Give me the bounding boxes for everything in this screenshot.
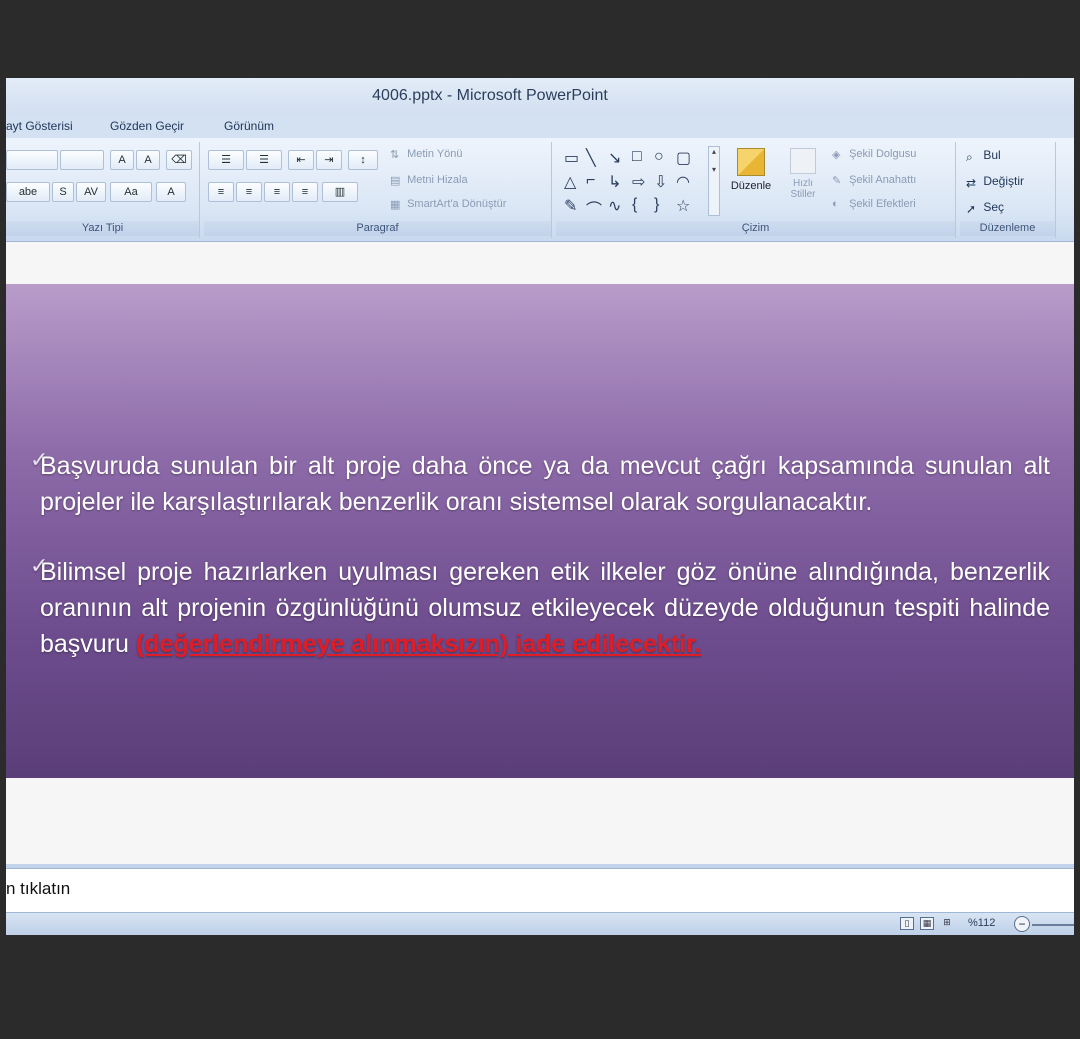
bullets-button[interactable]: ☰ bbox=[208, 150, 244, 170]
font-color-button[interactable]: A bbox=[156, 182, 186, 202]
paint-bucket-icon: ◈ bbox=[832, 149, 841, 162]
font-name-dropdown[interactable] bbox=[6, 150, 58, 170]
char-spacing-button[interactable]: AV bbox=[76, 182, 106, 202]
drawing-group: ▭ ╲ ↘ □ ○ ▢ △ ⌐ ↳ ⇨ ⇩ ◠ ✎ ⌒ ∿ { } ☆ ▴▾ bbox=[556, 142, 956, 238]
arc-shape-icon[interactable]: ◠ bbox=[676, 172, 690, 192]
cursor-icon: ➚ bbox=[966, 201, 977, 216]
gallery-scroll[interactable]: ▴ ▾ bbox=[708, 146, 720, 216]
numbering-button[interactable]: ☰ bbox=[246, 150, 282, 170]
change-case-button[interactable]: Aa bbox=[110, 182, 152, 202]
elbow-arrow-icon[interactable]: ↳ bbox=[608, 172, 621, 192]
status-bar: ▯ ▦ ⊞ %112 − bbox=[6, 912, 1074, 935]
align-right-button[interactable]: ≡ bbox=[264, 182, 290, 202]
increase-indent-button[interactable]: ⇥ bbox=[316, 150, 342, 170]
tab-slide-show[interactable]: ayt Gösterisi bbox=[6, 119, 73, 133]
shape-effects-button[interactable]: ◐ Şekil Efektleri bbox=[832, 198, 916, 210]
bullet-2[interactable]: ✓ Bilimsel proje hazırlarken uyulması ge… bbox=[30, 553, 1050, 662]
strikethrough-button[interactable]: abe bbox=[6, 182, 50, 202]
replace-icon: ⇄ bbox=[966, 175, 977, 190]
clear-format-button[interactable]: ⌫ bbox=[166, 150, 192, 170]
smartart-icon: ▦ bbox=[390, 199, 401, 212]
title-bar: 4006.pptx - Microsoft PowerPoint bbox=[6, 78, 1074, 114]
star-shape-icon[interactable]: ☆ bbox=[676, 196, 690, 216]
line-shape-icon[interactable]: ╲ bbox=[586, 148, 596, 168]
replace-button[interactable]: ⇄ Değiştir bbox=[966, 174, 1024, 190]
checkmark-bullet-icon: ✓ bbox=[30, 553, 49, 578]
effects-icon: ◐ bbox=[832, 198, 839, 211]
arrange-icon bbox=[737, 148, 765, 176]
notes-pane[interactable]: n tıklatın bbox=[6, 868, 1074, 912]
powerpoint-window: 4006.pptx - Microsoft PowerPoint ayt Gös… bbox=[6, 78, 1074, 935]
rounded-rect-shape-icon[interactable]: ▢ bbox=[676, 148, 691, 168]
freeform-shape-icon[interactable]: ✎ bbox=[564, 196, 577, 216]
pen-icon: ✎ bbox=[832, 175, 842, 188]
align-text-button[interactable]: ▤ Metni Hizala bbox=[390, 174, 468, 188]
left-brace-shape-icon[interactable]: { bbox=[632, 196, 637, 214]
arrow-line-shape-icon[interactable]: ↘ bbox=[608, 148, 621, 168]
oval-shape-icon[interactable]: ○ bbox=[654, 148, 664, 166]
grow-font-button[interactable]: A bbox=[110, 150, 134, 170]
right-arrow-shape-icon[interactable]: ⇨ bbox=[632, 172, 645, 192]
down-arrow-shape-icon[interactable]: ⇩ bbox=[654, 172, 667, 192]
editing-group: ⌕ Bul ⇄ Değiştir ➚ Seç Düzenleme bbox=[960, 142, 1056, 238]
slide-show-icon[interactable]: ⊞ bbox=[940, 917, 954, 930]
line-spacing-button[interactable]: ↕ bbox=[348, 150, 378, 170]
editing-group-label: Düzenleme bbox=[960, 221, 1055, 236]
select-button[interactable]: ➚ Seç bbox=[966, 200, 1004, 216]
triangle-shape-icon[interactable]: △ bbox=[564, 172, 576, 192]
align-left-button[interactable]: ≡ bbox=[208, 182, 234, 202]
notes-placeholder: n tıklatın bbox=[6, 879, 71, 898]
bullet-1-text: Başvuruda sunulan bir alt proje daha önc… bbox=[40, 452, 1050, 516]
shrink-font-button[interactable]: A bbox=[136, 150, 160, 170]
shadow-button[interactable]: S bbox=[52, 182, 74, 202]
ribbon: A A ⌫ abe S AV Aa A Yazı Tipi ☰ ☰ ⇤ ⇥ ↕ … bbox=[6, 138, 1074, 242]
rectangle-shape-icon[interactable]: □ bbox=[632, 148, 642, 166]
decrease-indent-button[interactable]: ⇤ bbox=[288, 150, 314, 170]
smartart-button[interactable]: ▦ SmartArt'a Dönüştür bbox=[390, 198, 506, 212]
bullet-2-highlight: (değerlendirmeye alınmaksızın) iade edil… bbox=[135, 630, 702, 658]
curve-shape-icon[interactable]: ⌒ bbox=[586, 196, 602, 220]
slide[interactable]: ✓ Başvuruda sunulan bir alt proje daha ö… bbox=[6, 284, 1074, 778]
shape-outline-button[interactable]: ✎ Şekil Anahattı bbox=[832, 174, 916, 188]
text-direction-button[interactable]: ⇅ Metin Yönü bbox=[390, 148, 463, 162]
paragraph-group: ☰ ☰ ⇤ ⇥ ↕ ≡ ≡ ≡ ≡ ▥ ⇅ Metin Yönü ▤ Metni… bbox=[204, 142, 552, 238]
align-center-button[interactable]: ≡ bbox=[236, 182, 262, 202]
arrange-button[interactable]: Düzenle bbox=[726, 146, 776, 216]
right-brace-shape-icon[interactable]: } bbox=[654, 196, 659, 214]
find-button[interactable]: ⌕ Bul bbox=[966, 148, 1001, 164]
textbox-shape-icon[interactable]: ▭ bbox=[564, 148, 579, 168]
font-size-dropdown[interactable] bbox=[60, 150, 104, 170]
tab-view[interactable]: Görünüm bbox=[224, 119, 274, 133]
binoculars-icon: ⌕ bbox=[966, 149, 973, 164]
zoom-out-icon[interactable]: − bbox=[1014, 916, 1030, 932]
checkmark-bullet-icon: ✓ bbox=[30, 447, 49, 472]
quick-styles-button[interactable]: Hızlı Stiller bbox=[780, 146, 826, 216]
normal-view-icon[interactable]: ▯ bbox=[900, 917, 914, 930]
drawing-group-label: Çizim bbox=[556, 221, 955, 236]
shapes-gallery[interactable]: ▭ ╲ ↘ □ ○ ▢ △ ⌐ ↳ ⇨ ⇩ ◠ ✎ ⌒ ∿ { } ☆ bbox=[562, 146, 712, 220]
shape-fill-button[interactable]: ◈ Şekil Dolgusu bbox=[832, 148, 916, 162]
wave-shape-icon[interactable]: ∿ bbox=[608, 196, 621, 216]
window-title: 4006.pptx - Microsoft PowerPoint bbox=[372, 87, 608, 104]
text-direction-icon: ⇅ bbox=[390, 149, 400, 162]
ribbon-tabs: ayt Gösterisi Gözden Geçir Görünüm bbox=[6, 114, 1074, 138]
font-group: A A ⌫ abe S AV Aa A Yazı Tipi bbox=[6, 142, 200, 238]
bullet-1[interactable]: ✓ Başvuruda sunulan bir alt proje daha ö… bbox=[30, 447, 1050, 520]
font-group-label: Yazı Tipi bbox=[6, 221, 199, 236]
zoom-slider[interactable] bbox=[1032, 924, 1074, 926]
tab-review[interactable]: Gözden Geçir bbox=[110, 119, 184, 133]
elbow-connector-icon[interactable]: ⌐ bbox=[586, 172, 595, 190]
paragraph-group-label: Paragraf bbox=[204, 221, 551, 236]
columns-button[interactable]: ▥ bbox=[322, 182, 358, 202]
slide-sorter-icon[interactable]: ▦ bbox=[920, 917, 934, 930]
justify-button[interactable]: ≡ bbox=[292, 182, 318, 202]
align-text-icon: ▤ bbox=[390, 175, 401, 188]
quick-styles-icon bbox=[790, 148, 816, 174]
zoom-level[interactable]: %112 bbox=[968, 917, 995, 929]
